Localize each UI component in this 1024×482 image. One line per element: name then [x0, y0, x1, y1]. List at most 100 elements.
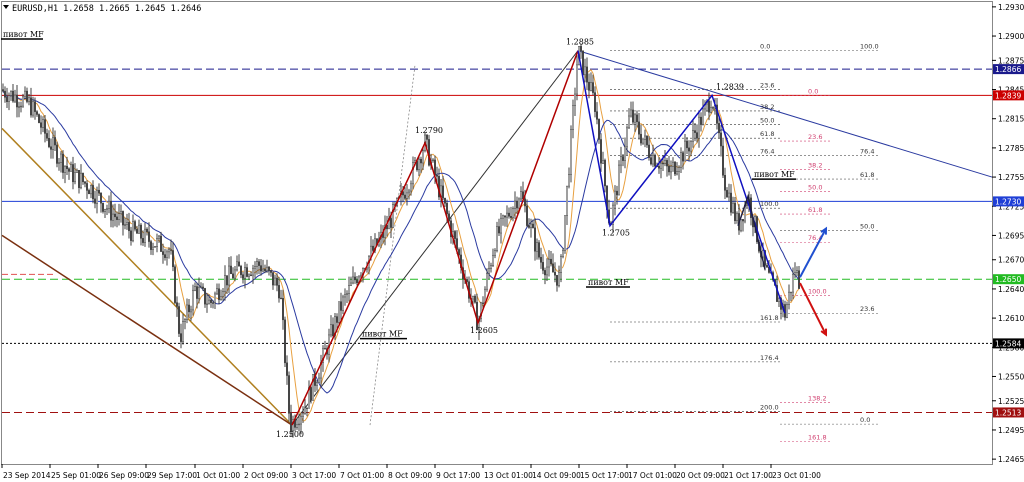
candle-body — [594, 92, 596, 112]
candle-body — [568, 174, 570, 187]
fib-pink-label: 23.6 — [808, 133, 822, 141]
candle-body — [638, 121, 640, 135]
candle-body — [426, 134, 428, 140]
candle-body — [332, 324, 334, 336]
fib-main-label: 0.0 — [760, 43, 770, 51]
candle-body — [540, 256, 542, 263]
candle-body — [564, 215, 566, 251]
candle-body — [176, 302, 178, 307]
candle-body — [282, 297, 284, 321]
y-tick-label: 1.2495 — [998, 426, 1024, 435]
candle-body — [576, 64, 578, 95]
symbol-header[interactable]: EURUSD,H1 1.2658 1.2665 1.2645 1.2646 — [3, 4, 201, 14]
candle-body — [18, 106, 20, 108]
x-tick-label: 3 Oct 17:00 — [292, 471, 336, 480]
fib-main-label: 76.4 — [760, 148, 774, 156]
fib-alt-label: 0.0 — [860, 416, 870, 424]
candle-body — [632, 109, 634, 123]
candle-body — [626, 127, 628, 148]
fib-pink-label: 61.8 — [808, 206, 822, 214]
candle-body — [16, 94, 18, 108]
candle-body — [598, 119, 600, 140]
candle-body — [432, 159, 434, 162]
candle-body — [60, 153, 62, 163]
candle-body — [692, 130, 694, 142]
candle-body — [318, 377, 320, 383]
x-tick-label: 29 Sep 17:00 — [147, 471, 197, 480]
candle-body — [596, 111, 598, 120]
candle-body — [276, 277, 278, 286]
price-chart[interactable]: 0.0 23.6 38.2 50.0 61.8 76.4 100.0 161.8 176.4 20… — [0, 0, 1024, 482]
y-tick-label: 1.2755 — [998, 173, 1024, 182]
candle-body — [684, 140, 686, 162]
candle-body — [330, 324, 332, 336]
candle-body — [504, 215, 506, 218]
candle-body — [290, 413, 292, 432]
candle-body — [532, 223, 534, 229]
candle-body — [604, 160, 606, 187]
candle-body — [648, 144, 650, 158]
candle-body — [178, 306, 180, 334]
candle-body — [502, 215, 504, 219]
candle-body — [558, 272, 560, 286]
candle-body — [506, 212, 508, 218]
candle-body — [630, 109, 632, 117]
candle-body — [736, 213, 738, 222]
candle-body — [104, 208, 106, 212]
candle-body — [218, 288, 220, 300]
candle-body — [792, 273, 794, 293]
candle-body — [186, 304, 188, 320]
candle-body — [496, 226, 498, 251]
candle-body — [10, 90, 12, 96]
y-tick-label: 1.2785 — [998, 144, 1024, 153]
candle-body — [788, 291, 790, 305]
candle-body — [486, 273, 488, 290]
x-tick-label: 21 Oct 17:00 — [724, 471, 773, 480]
candle-body — [222, 291, 224, 297]
candle-body — [678, 167, 680, 172]
symbol-ohlc-label: EURUSD,H1 1.2658 1.2665 1.2645 1.2646 — [12, 4, 201, 14]
candle-body — [216, 288, 218, 295]
chart-background — [0, 0, 1024, 482]
candle-body — [698, 116, 700, 139]
candle-body — [344, 294, 346, 298]
candle-body — [512, 208, 514, 218]
candle-body — [2, 89, 4, 92]
x-tick-label: 23 Sep 2014 — [3, 471, 51, 480]
level-tag-label: 1.2513 — [995, 408, 1021, 417]
candle-body — [196, 286, 198, 299]
fib-main-label: 50.0 — [760, 117, 774, 125]
x-tick-label: 26 Sep 09:00 — [99, 471, 149, 480]
candle-body — [142, 238, 144, 243]
fib-pink-label: 161.8 — [808, 434, 827, 442]
candle-body — [172, 250, 174, 267]
candle-body — [742, 219, 744, 222]
candle-body — [132, 221, 134, 241]
candle-body — [24, 90, 26, 98]
candle-body — [624, 146, 626, 161]
candle-body — [488, 268, 490, 274]
fib-main-label: 61.8 — [760, 130, 774, 138]
candle-body — [242, 274, 244, 279]
candle-body — [342, 296, 344, 311]
y-tick-label: 1.2670 — [998, 256, 1024, 265]
candle-body — [686, 140, 688, 149]
candle-body — [80, 172, 82, 188]
candle-body — [72, 164, 74, 183]
candle-body — [664, 160, 666, 164]
candle-body — [208, 299, 210, 305]
candle-body — [350, 282, 352, 286]
candle-body — [590, 82, 592, 91]
fib-pink-label: 100.0 — [808, 288, 827, 296]
candle-body — [498, 226, 500, 234]
candle-body — [134, 221, 136, 230]
candle-body — [8, 95, 10, 102]
candle-body — [188, 304, 190, 313]
candle-body — [490, 265, 492, 269]
candle-body — [52, 137, 54, 150]
candle-body — [336, 316, 338, 323]
candle-body — [676, 171, 678, 175]
candle-body — [194, 286, 196, 291]
candle-body — [190, 309, 192, 313]
x-tick-label: 17 Oct 01:00 — [628, 471, 677, 480]
